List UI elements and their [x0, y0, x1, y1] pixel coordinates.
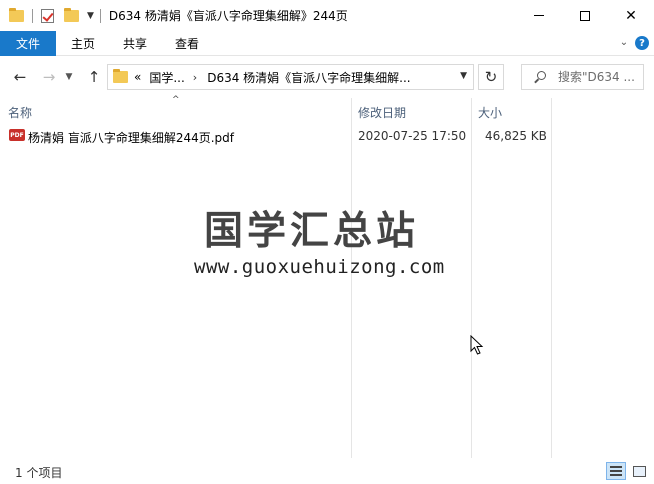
up-arrow-icon[interactable]: ↑: [84, 67, 104, 87]
sort-ascending-icon: ^: [172, 95, 180, 105]
minimize-icon: [534, 15, 544, 16]
search-icon: [534, 71, 546, 83]
recent-locations-chevron-down-icon[interactable]: ▼: [63, 67, 75, 87]
tab-file[interactable]: 文件: [0, 31, 56, 56]
mouse-cursor-icon: [470, 335, 484, 355]
file-size: 46,825 KB: [485, 129, 547, 143]
back-arrow-icon[interactable]: ←: [10, 67, 30, 87]
column-headers: ^ 名称 修改日期 大小: [0, 95, 654, 124]
file-modified-date: 2020-07-25 17:50: [358, 129, 467, 143]
column-header-size[interactable]: 大小: [478, 104, 502, 121]
minimize-button[interactable]: [516, 0, 562, 31]
breadcrumb-segment[interactable]: D634 杨清娟《盲派八字命理集细解...: [207, 69, 410, 86]
expand-ribbon-chevron-down-icon[interactable]: ⌄: [618, 36, 630, 48]
status-bar: 1 个项目: [0, 458, 654, 484]
forward-arrow-icon[interactable]: →: [39, 67, 59, 87]
chevron-right-icon[interactable]: ›: [193, 71, 197, 84]
search-input[interactable]: [558, 70, 638, 84]
tab-home[interactable]: 主页: [60, 31, 106, 56]
refresh-button[interactable]: ↻: [478, 64, 504, 90]
breadcrumb-segment[interactable]: 国学...: [149, 69, 184, 86]
folder-icon: [113, 69, 128, 83]
properties-icon[interactable]: [39, 8, 55, 24]
title-bar: ▼ D634 杨清娟《盲派八字命理集细解》244页 ✕: [0, 0, 654, 31]
breadcrumb-overflow[interactable]: «: [134, 70, 141, 84]
maximize-button[interactable]: [562, 0, 608, 31]
file-name[interactable]: 杨清娟 盲派八字命理集细解244页.pdf: [28, 129, 234, 146]
folder-icon: [8, 7, 24, 24]
tab-share[interactable]: 共享: [112, 31, 158, 56]
maximize-icon: [580, 10, 590, 21]
file-row[interactable]: PDF 杨清娟 盲派八字命理集细解244页.pdf 2020-07-25 17:…: [0, 124, 654, 146]
tab-view[interactable]: 查看: [164, 31, 210, 56]
pdf-icon: PDF: [9, 129, 25, 141]
column-divider[interactable]: [351, 98, 352, 458]
quick-access-toolbar: ▼: [0, 0, 107, 31]
column-header-name[interactable]: 名称: [8, 104, 32, 121]
new-folder-icon[interactable]: [63, 7, 79, 24]
customize-toolbar-chevron-down-icon[interactable]: ▼: [87, 11, 94, 21]
column-divider[interactable]: [551, 98, 552, 458]
close-button[interactable]: ✕: [608, 0, 654, 31]
refresh-icon: ↻: [484, 68, 498, 86]
details-view-icon[interactable]: [606, 462, 626, 480]
toolbar-divider: [32, 8, 33, 23]
close-icon: ✕: [625, 7, 637, 24]
help-icon[interactable]: ?: [635, 36, 649, 50]
large-icons-view-icon[interactable]: [629, 462, 649, 480]
toolbar-divider: [99, 8, 101, 23]
item-count: 1 个项目: [15, 466, 63, 480]
column-header-date[interactable]: 修改日期: [358, 104, 406, 121]
column-divider[interactable]: [471, 98, 472, 458]
navigation-bar: ← → ▼ ↑ « 国学... › D634 杨清娟《盲派八字命理集细解... …: [0, 56, 654, 98]
address-history-chevron-down-icon[interactable]: ▼: [460, 71, 467, 81]
address-bar[interactable]: « 国学... › D634 杨清娟《盲派八字命理集细解... ▼: [107, 64, 474, 90]
ribbon-tabs: 文件 主页 共享 查看 ⌄ ?: [0, 31, 654, 56]
search-box[interactable]: [521, 64, 644, 90]
window-title: D634 杨清娟《盲派八字命理集细解》244页: [108, 9, 348, 23]
watermark-url: www.guoxuehuizong.com: [194, 256, 445, 278]
watermark-title: 国学汇总站: [204, 209, 420, 254]
